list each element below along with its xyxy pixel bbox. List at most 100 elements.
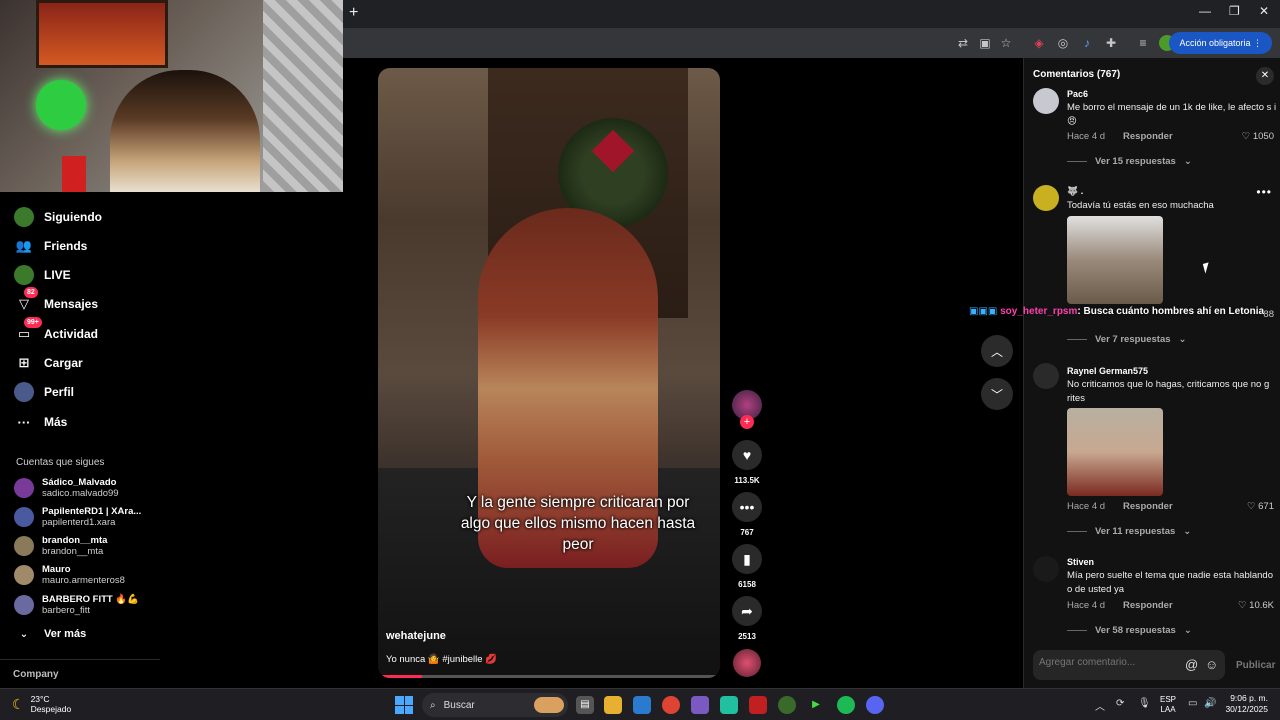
video-author[interactable]: wehatejune bbox=[386, 630, 446, 642]
spotify-icon[interactable] bbox=[837, 696, 855, 714]
comment-input[interactable] bbox=[1039, 657, 1179, 668]
taskbar-search[interactable]: ⌕ Buscar bbox=[422, 693, 568, 717]
next-video-button[interactable]: ﹀ bbox=[981, 378, 1013, 410]
comment-username[interactable]: 🐺 . bbox=[1067, 186, 1083, 197]
avatar[interactable] bbox=[1033, 363, 1059, 389]
comment-input-box[interactable]: @ ☺ bbox=[1033, 650, 1225, 680]
minimize-button[interactable]: — bbox=[1199, 4, 1211, 18]
video-progress-bar[interactable] bbox=[378, 675, 720, 678]
nav-following[interactable]: Siguiendo bbox=[14, 205, 102, 229]
followed-account[interactable]: BARBERO FITT 🔥💪 barbero_fitt bbox=[14, 592, 139, 618]
search-highlight-icon bbox=[534, 697, 564, 713]
media-queue-icon[interactable]: ≡ bbox=[1135, 35, 1151, 51]
follow-plus-icon[interactable]: + bbox=[740, 415, 754, 429]
close-window-button[interactable]: ✕ bbox=[1259, 4, 1269, 18]
comment-likes[interactable]: ♡ 671 bbox=[1247, 501, 1274, 512]
translate-icon[interactable]: ⇄ bbox=[955, 35, 971, 51]
avatar[interactable] bbox=[1033, 185, 1059, 211]
company-link[interactable]: Company bbox=[13, 669, 59, 680]
start-button[interactable] bbox=[395, 696, 413, 714]
nav-more[interactable]: ··· Más bbox=[14, 410, 68, 434]
microphone-icon[interactable]: 🎙 bbox=[1138, 698, 1151, 709]
like-count: 88 bbox=[1263, 309, 1274, 320]
extension-shield-icon[interactable]: ◈ bbox=[1031, 35, 1047, 51]
publish-button[interactable]: Publicar bbox=[1236, 660, 1275, 671]
close-comments-button[interactable]: ✕ bbox=[1256, 67, 1274, 85]
file-explorer-icon[interactable] bbox=[604, 696, 622, 714]
reply-button[interactable]: Responder bbox=[1123, 501, 1173, 512]
tray-overflow-icon[interactable]: ︿ bbox=[1095, 698, 1105, 713]
nav-profile[interactable]: Perfil bbox=[14, 380, 74, 404]
save-button[interactable]: ▮ bbox=[732, 544, 762, 574]
extension-icon[interactable]: ◎ bbox=[1055, 35, 1071, 51]
reply-button[interactable]: Responder bbox=[1123, 600, 1173, 611]
tab-bar: + — ❐ ✕ bbox=[343, 0, 1280, 28]
nav-upload[interactable]: ⊞ Cargar bbox=[14, 351, 83, 375]
like-button[interactable]: ♥ bbox=[732, 440, 762, 470]
comment-likes[interactable]: 88 bbox=[1263, 309, 1274, 320]
view-replies-button[interactable]: Ver 7 respuestas ⌄ bbox=[1067, 334, 1187, 345]
comments-title: Comentarios (767) bbox=[1033, 69, 1121, 80]
followed-account[interactable]: PapilenteRD1 | XAra... papilenterd1.xara bbox=[14, 504, 141, 530]
nav-live[interactable]: LIVE bbox=[14, 263, 71, 287]
comment-image[interactable] bbox=[1067, 216, 1163, 304]
comment-username[interactable]: Stiven bbox=[1067, 557, 1094, 567]
chevron-up-icon: ︿ bbox=[990, 344, 1003, 359]
comment-username[interactable]: Raynel German575 bbox=[1067, 366, 1148, 376]
followed-account[interactable]: Sádico_Malvado sadico.malvado99 bbox=[14, 475, 119, 501]
avatar[interactable] bbox=[1033, 88, 1059, 114]
sync-icon[interactable]: ⟳ bbox=[1116, 698, 1124, 709]
audio-extension-icon[interactable]: ♪ bbox=[1079, 35, 1095, 51]
account-name: Sádico_Malvado bbox=[42, 477, 117, 488]
bookmark-icon: ▮ bbox=[743, 550, 751, 567]
more-options-icon[interactable]: ••• bbox=[1256, 185, 1272, 199]
emoji-icon[interactable]: ☺ bbox=[1205, 657, 1218, 672]
replies-label: Ver 15 respuestas bbox=[1095, 156, 1176, 167]
comment-button[interactable]: ••• bbox=[732, 492, 762, 522]
upload-icon: ⊞ bbox=[18, 355, 30, 370]
capcut-icon[interactable] bbox=[749, 696, 767, 714]
language-code: ESP bbox=[1160, 695, 1177, 704]
view-replies-button[interactable]: Ver 58 respuestas ⌄ bbox=[1067, 625, 1192, 636]
nav-messages[interactable]: ▽ 82 Mensajes bbox=[14, 287, 98, 316]
share-button[interactable]: ➦ bbox=[732, 596, 762, 626]
app-icon[interactable] bbox=[720, 696, 738, 714]
required-action-button[interactable]: Acción obligatoria ⋮ bbox=[1169, 32, 1272, 54]
new-tab-button[interactable]: + bbox=[349, 4, 358, 22]
clock[interactable]: 9:06 p. m. 30/12/2025 bbox=[1225, 693, 1268, 715]
weather-widget[interactable]: ☾ 23°C Despejado bbox=[12, 694, 71, 714]
see-more-button[interactable]: ⌄ Ver más bbox=[14, 622, 86, 646]
nav-activity[interactable]: ▭ 99+ Actividad bbox=[14, 317, 98, 346]
nav-friends[interactable]: 👥 Friends bbox=[14, 234, 87, 258]
play-icon[interactable]: ▶ bbox=[807, 696, 825, 714]
video-player[interactable]: Y la gente siempre criticaran por algo q… bbox=[378, 68, 720, 678]
previous-video-button[interactable]: ︿ bbox=[981, 335, 1013, 367]
comment-username[interactable]: Pac6 bbox=[1067, 89, 1088, 99]
language-indicator[interactable]: ESP LAA bbox=[1160, 695, 1176, 715]
task-view-icon[interactable]: ▤ bbox=[576, 696, 594, 714]
followed-account[interactable]: brandon__mta brandon__mta bbox=[14, 533, 107, 559]
discord-icon[interactable] bbox=[866, 696, 884, 714]
followed-account[interactable]: Mauro mauro.armenteros8 bbox=[14, 562, 125, 588]
reply-button[interactable]: Responder bbox=[1123, 131, 1173, 142]
extensions-puzzle-icon[interactable]: ✚ bbox=[1103, 35, 1119, 51]
comment-image[interactable] bbox=[1067, 408, 1163, 496]
bookmark-star-icon[interactable]: ☆ bbox=[998, 35, 1014, 51]
view-replies-button[interactable]: Ver 11 respuestas ⌄ bbox=[1067, 526, 1191, 537]
xbox-icon[interactable] bbox=[778, 696, 796, 714]
avatar[interactable] bbox=[1033, 556, 1059, 582]
view-replies-button[interactable]: Ver 15 respuestas ⌄ bbox=[1067, 156, 1192, 167]
mention-icon[interactable]: @ bbox=[1185, 657, 1198, 672]
volume-icon[interactable]: 🔊 bbox=[1204, 698, 1216, 709]
more-icon: ··· bbox=[17, 414, 31, 430]
edge-icon[interactable] bbox=[633, 696, 651, 714]
music-disc-icon[interactable] bbox=[733, 649, 761, 677]
can bbox=[62, 156, 86, 192]
chrome-icon[interactable] bbox=[662, 696, 680, 714]
game-icon[interactable] bbox=[691, 696, 709, 714]
install-icon[interactable]: ▣ bbox=[977, 35, 993, 51]
display-icon[interactable]: ▭ bbox=[1188, 698, 1197, 709]
comment-likes[interactable]: ♡ 1050 bbox=[1242, 131, 1274, 142]
maximize-button[interactable]: ❐ bbox=[1229, 4, 1240, 18]
comment-likes[interactable]: ♡ 10.6K bbox=[1238, 600, 1274, 611]
